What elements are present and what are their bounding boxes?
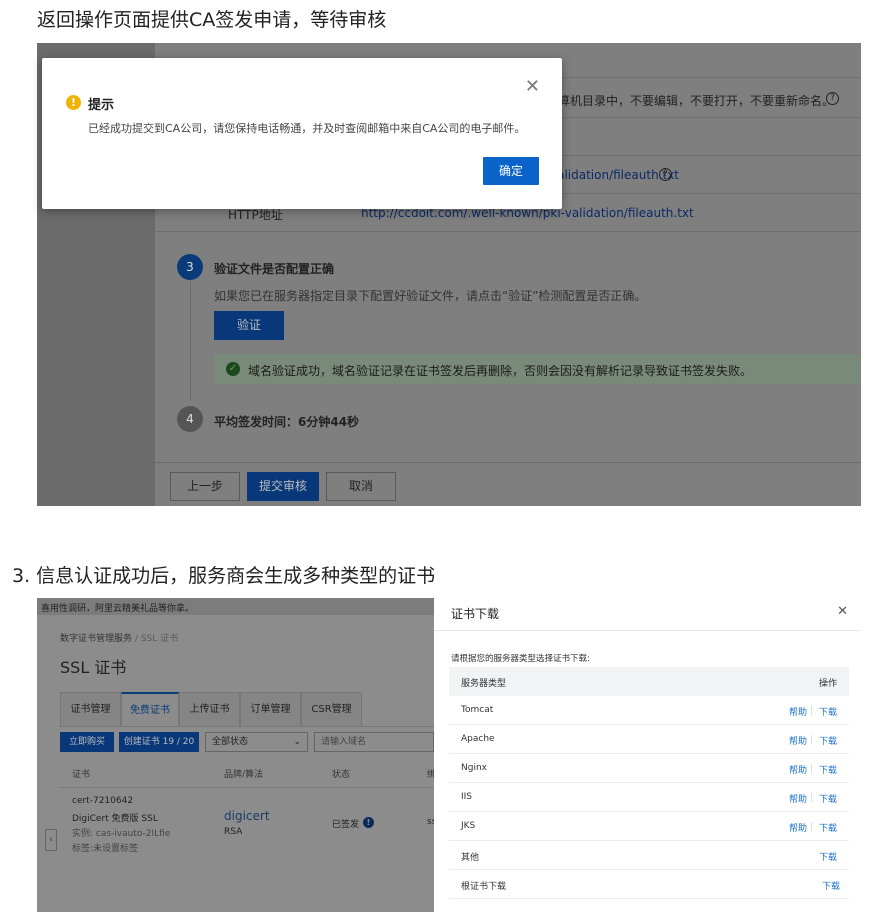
cert-tag[interactable]: 标签:未设置标签 [72, 841, 138, 854]
prev-step-button[interactable]: 上一步 [170, 472, 240, 501]
tab-cert-management[interactable]: 证书管理 [60, 692, 121, 726]
action-separator [811, 706, 812, 715]
cancel-button[interactable]: 取消 [326, 472, 396, 501]
buy-now-button[interactable]: 立即购买 [60, 732, 114, 752]
table-row: Apache 帮助 下载 [449, 725, 849, 754]
confirm-button[interactable]: 确定 [483, 157, 539, 185]
step-3-desc: 如果您已在服务器指定目录下配置好验证文件，请点击“验证”检测配置是否正确。 [214, 289, 647, 303]
tip-dialog: ✕ ! 提示 已经成功提交到CA公司，请您保持电话畅通，并及时查阅邮箱中来自CA… [42, 58, 562, 209]
help-icon[interactable]: ? [659, 168, 672, 181]
download-link[interactable]: 下载 [819, 792, 837, 805]
step-4-text: 平均签发时间：6分钟44秒 [214, 415, 360, 429]
step-3-badge: 3 [177, 254, 203, 280]
action-separator [811, 735, 812, 744]
status-select[interactable]: 全部状态 ⌄ [205, 732, 308, 752]
table-row: IIS 帮助 下载 [449, 783, 849, 812]
file-location-note: 计算机目录中，不要编辑，不要打开，不要重新命名。 [546, 94, 835, 108]
success-alert: ✓ 域名验证成功，域名验证记录在证书签发后再删除，否则会因没有解析记录导致证书签… [214, 354, 861, 384]
drawer-hint: 请根据您的服务器类型选择证书下载: [451, 654, 590, 664]
check-circle-icon: ✓ [226, 362, 240, 376]
cert-id[interactable]: cert-7210642 [72, 796, 133, 806]
tab-csr[interactable]: CSR管理 [301, 692, 362, 726]
dialog-title: 提示 [88, 98, 115, 113]
step-3-title: 验证文件是否配置正确 [214, 262, 335, 276]
footer-bar: 上一步 提交审核 取消 [155, 462, 861, 506]
server-name: Apache [461, 734, 495, 744]
cert-instance: 实例: cas-ivauto-2ILfie [72, 829, 171, 839]
table-row: Tomcat 帮助 下载 [449, 696, 849, 725]
help-link[interactable]: 帮助 [789, 792, 807, 805]
announcement-bar: 喜用性调研，阿里云精美礼品等你拿。 [37, 598, 434, 615]
help-link[interactable]: 帮助 [789, 705, 807, 718]
tab-free-cert[interactable]: 免费证书 [121, 692, 179, 726]
create-cert-button[interactable]: 创建证书 19 / 20 [119, 732, 199, 752]
action-separator [811, 822, 812, 831]
step-4-badge: 4 [177, 406, 203, 432]
cert-name: DigiCert 免费版 SSL [72, 814, 158, 824]
verify-button[interactable]: 验证 [214, 311, 284, 340]
caption-2: 3. 信息认证成功后，服务商会生成多种类型的证书 [12, 565, 436, 587]
page-title: SSL 证书 [60, 658, 127, 677]
table-row: JKS 帮助 下载 [449, 812, 849, 841]
server-name: JKS [461, 821, 476, 831]
action-separator [811, 793, 812, 802]
drawer-title: 证书下载 [451, 607, 500, 621]
help-link[interactable]: 帮助 [789, 821, 807, 834]
screenshot-cert-download: 喜用性调研，阿里云精美礼品等你拿。 数字证书管理服务 / SSL 证书 SSL … [37, 598, 861, 912]
drawer-divider [434, 630, 861, 631]
chevron-left-icon[interactable]: ‹ [45, 829, 57, 851]
breadcrumb-sep: / [134, 634, 138, 644]
breadcrumb: 数字证书管理服务 / SSL 证书 [60, 631, 178, 644]
breadcrumb-root[interactable]: 数字证书管理服务 [60, 634, 132, 644]
col-cert: 证书 [72, 770, 91, 780]
table-row: 其他 下载 [449, 841, 849, 870]
close-icon[interactable]: ✕ [525, 78, 540, 96]
table-header: 服务器类型 操作 [449, 667, 849, 696]
server-name: IIS [461, 792, 473, 802]
step-connector [190, 281, 191, 401]
download-link[interactable]: 下载 [819, 821, 837, 834]
help-link[interactable]: 帮助 [789, 734, 807, 747]
download-link[interactable]: 下载 [819, 705, 837, 718]
status-select-value: 全部状态 [212, 737, 249, 747]
download-link[interactable]: 下载 [822, 879, 840, 892]
success-message: 域名验证成功，域名验证记录在证书签发后再删除，否则会因没有解析记录导致证书签发失… [248, 364, 753, 378]
caption-1: 返回操作页面提供CA签发申请，等待审核 [37, 9, 387, 31]
col-action: 操作 [818, 679, 837, 689]
table-row: 根证书下载 下载 [449, 870, 849, 899]
action-separator [811, 764, 812, 773]
help-link[interactable]: 帮助 [789, 763, 807, 776]
server-name: 其他 [461, 853, 480, 863]
warning-icon: ! [66, 95, 81, 110]
digicert-logo: digicert [224, 809, 270, 823]
header-divider [60, 787, 434, 788]
tab-divider [60, 726, 434, 727]
ssl-console: 数字证书管理服务 / SSL 证书 SSL 证书 证书管理 免费证书 上传证书 … [37, 615, 436, 912]
cert-status: 已签发 [332, 820, 360, 830]
tab-upload-cert[interactable]: 上传证书 [179, 692, 240, 726]
server-name: Tomcat [461, 705, 494, 715]
col-brand: 品牌/算法 [224, 770, 264, 780]
tab-orders[interactable]: 订单管理 [240, 692, 301, 726]
server-name: Nginx [461, 763, 487, 773]
chevron-down-icon: ⌄ [293, 737, 301, 747]
col-status: 状态 [332, 770, 351, 780]
col-server-type: 服务器类型 [461, 679, 507, 689]
cert-algo: RSA [224, 827, 243, 837]
download-link[interactable]: 下载 [819, 734, 837, 747]
server-name: 根证书下载 [461, 882, 507, 892]
close-icon[interactable]: ✕ [837, 604, 848, 619]
submit-review-button[interactable]: 提交审核 [247, 472, 319, 501]
cert-download-drawer: 证书下载 ✕ 请根据您的服务器类型选择证书下载: 服务器类型 操作 Tomcat… [434, 598, 861, 912]
breadcrumb-current: SSL 证书 [140, 634, 179, 644]
table-row: Nginx 帮助 下载 [449, 754, 849, 783]
dialog-body: 已经成功提交到CA公司，请您保持电话畅通，并及时查阅邮箱中来自CA公司的电子邮件… [88, 122, 526, 135]
help-icon[interactable]: ? [826, 92, 839, 105]
info-icon[interactable]: ! [363, 817, 374, 828]
download-link[interactable]: 下载 [819, 850, 837, 863]
download-link[interactable]: 下载 [819, 763, 837, 776]
domain-search-input[interactable]: 请输入域名 [314, 732, 434, 752]
